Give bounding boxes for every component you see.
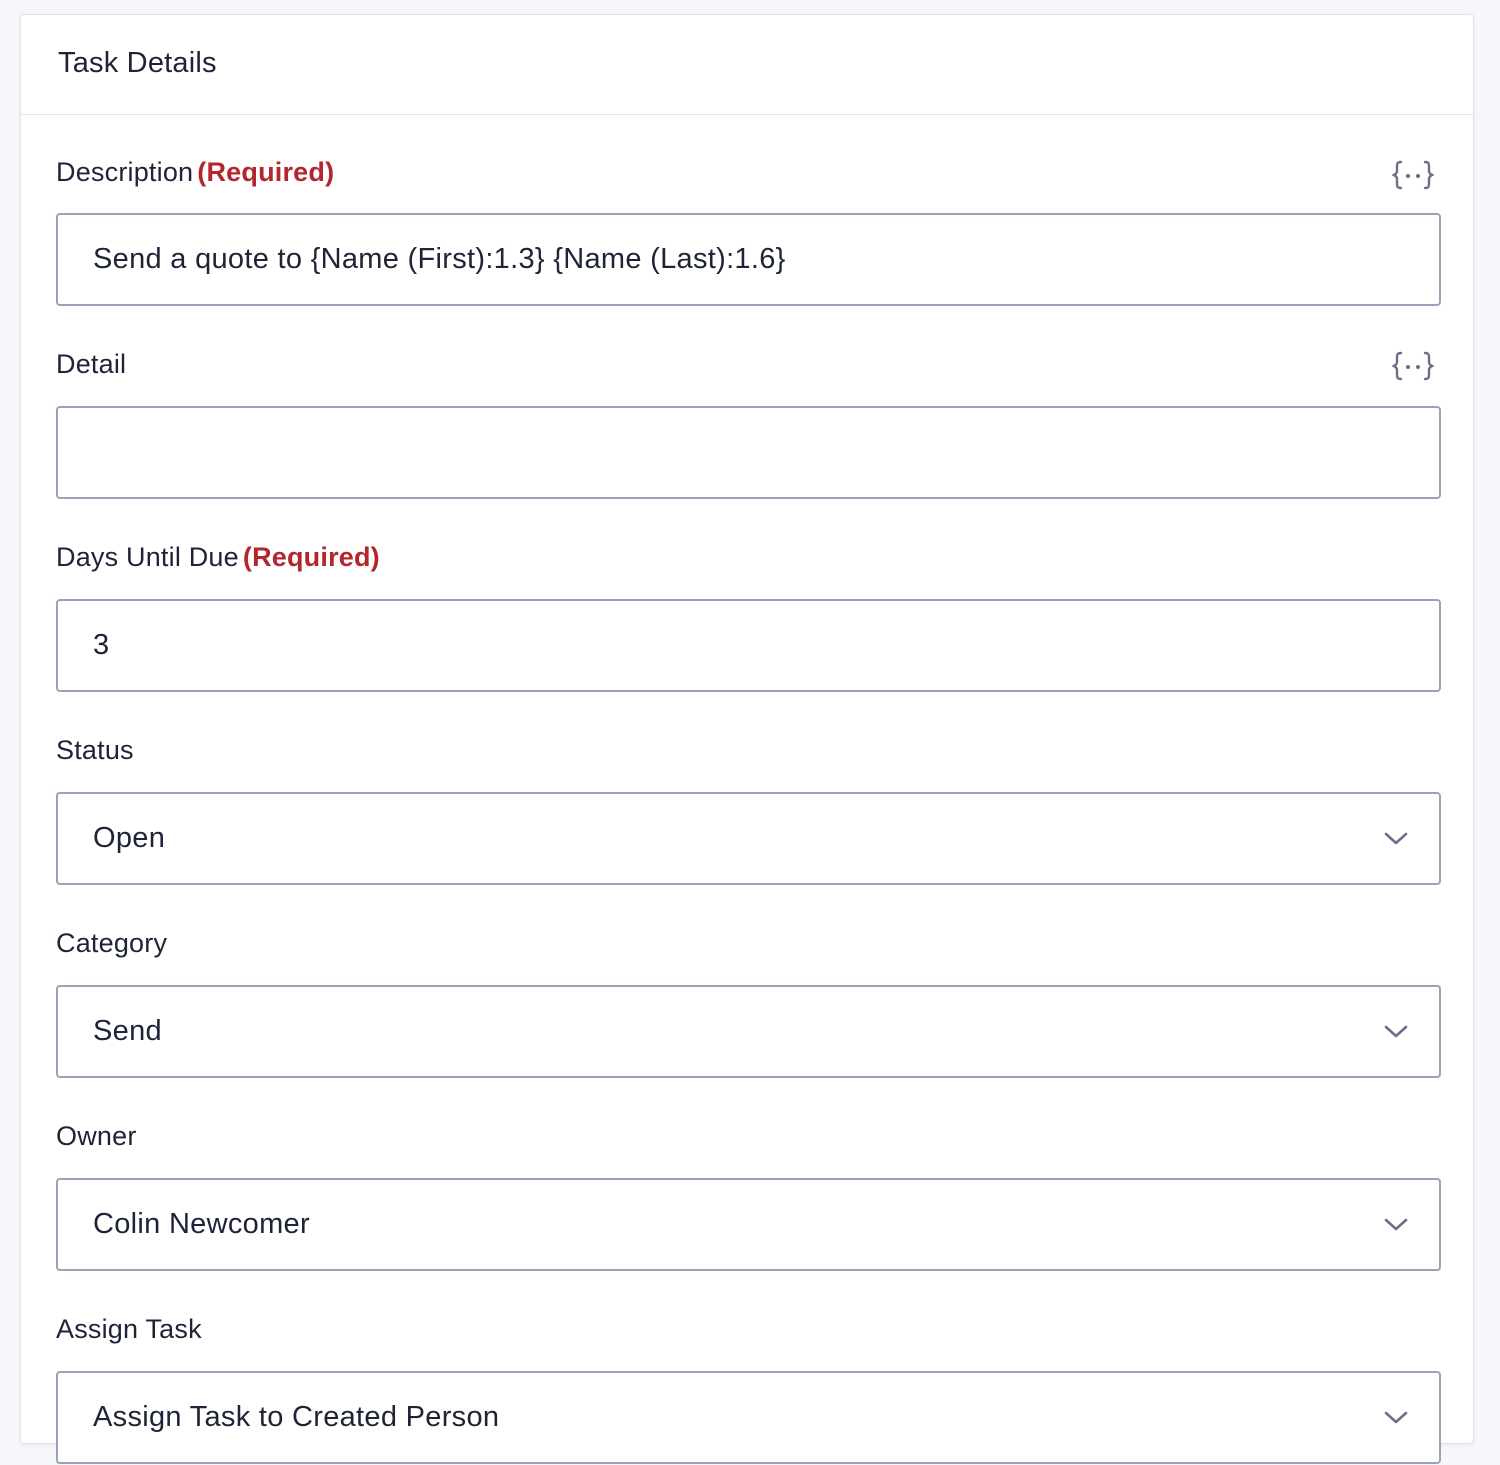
category-label-row: Category [56, 885, 1439, 985]
status-label: Status [56, 735, 134, 765]
assign-task-label-row: Assign Task [56, 1271, 1439, 1371]
panel-header: Task Details [21, 15, 1473, 115]
category-select[interactable]: Send [56, 985, 1441, 1078]
chevron-down-icon [1383, 1410, 1409, 1426]
category-field: Category Send [56, 885, 1441, 1078]
assign-task-selected-value: Assign Task to Created Person [93, 1401, 500, 1433]
owner-label-row: Owner [56, 1078, 1439, 1178]
days-until-due-label-row: Days Until Due (Required) [56, 499, 1439, 599]
chevron-down-icon [1383, 831, 1409, 847]
description-label-text: Description [56, 157, 194, 187]
owner-field: Owner Colin Newcomer [56, 1078, 1441, 1271]
detail-input[interactable] [56, 406, 1441, 499]
status-select[interactable]: Open [56, 792, 1441, 885]
panel-body: Description (Required) Send a quote to {N… [21, 115, 1473, 1464]
owner-selected-value: Colin Newcomer [93, 1208, 310, 1240]
description-label: Description (Required) [56, 115, 334, 188]
merge-tag-icon[interactable] [1391, 348, 1435, 384]
assign-task-label: Assign Task [56, 1314, 202, 1344]
status-selected-value: Open [93, 822, 166, 854]
chevron-down-icon [1383, 1217, 1409, 1233]
assign-task-field: Assign Task Assign Task to Created Perso… [56, 1271, 1441, 1464]
required-indicator: (Required) [197, 157, 335, 187]
category-label: Category [56, 928, 168, 958]
owner-label: Owner [56, 1121, 137, 1151]
detail-label: Detail [56, 349, 127, 379]
days-until-due-input[interactable]: 3 [56, 599, 1441, 692]
days-until-due-label: Days Until Due (Required) [56, 499, 380, 573]
status-field: Status Open [56, 692, 1441, 885]
chevron-down-icon [1383, 1024, 1409, 1040]
required-indicator: (Required) [242, 542, 380, 572]
description-label-row: Description (Required) [56, 115, 1439, 213]
status-label-row: Status [56, 692, 1439, 792]
task-details-panel: Task Details Description (Required) Send … [20, 14, 1474, 1464]
days-until-due-label-text: Days Until Due [56, 542, 239, 572]
detail-label-row: Detail [56, 306, 1439, 406]
panel-title: Task Details [58, 47, 217, 79]
days-until-due-field: Days Until Due (Required) 3 [56, 499, 1441, 692]
days-until-due-value: 3 [93, 629, 110, 661]
description-field: Description (Required) Send a quote to {N… [56, 115, 1441, 306]
merge-tag-icon[interactable] [1391, 157, 1435, 193]
description-value: Send a quote to {Name (First):1.3} {Name… [93, 243, 786, 275]
assign-task-select[interactable]: Assign Task to Created Person [56, 1371, 1441, 1464]
category-selected-value: Send [93, 1015, 162, 1047]
owner-select[interactable]: Colin Newcomer [56, 1178, 1441, 1271]
detail-field: Detail [56, 306, 1441, 499]
description-input[interactable]: Send a quote to {Name (First):1.3} {Name… [56, 213, 1441, 306]
